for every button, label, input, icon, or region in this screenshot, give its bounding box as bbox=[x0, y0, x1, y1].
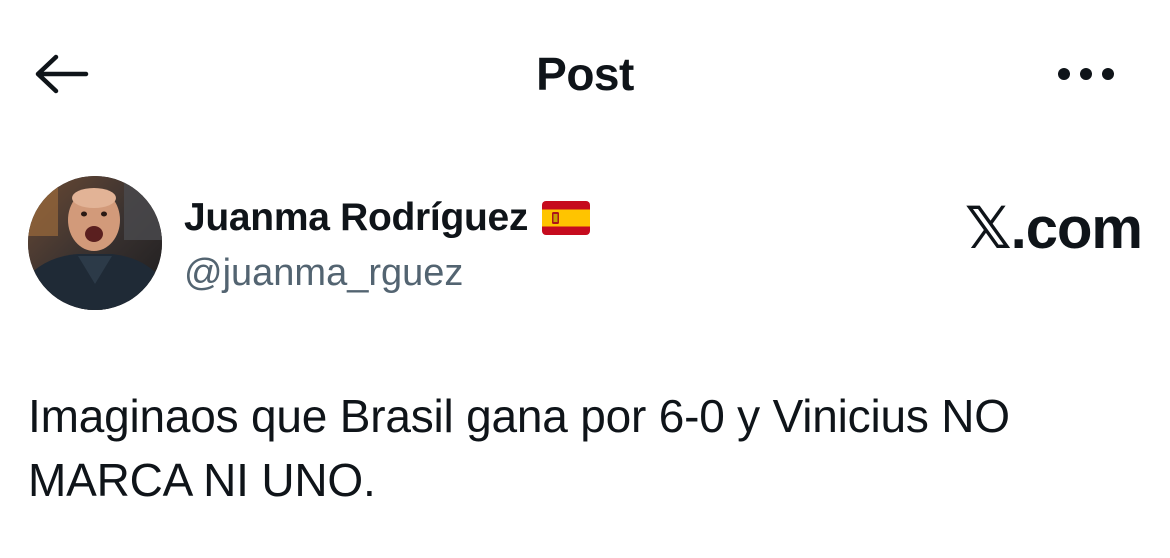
tweet-text: Imaginaos que Brasil gana por 6-0 y Vini… bbox=[28, 390, 1010, 506]
x-logo-icon: 𝕏 bbox=[964, 196, 1012, 261]
display-name[interactable]: Juanma Rodríguez bbox=[184, 196, 528, 240]
watermark-suffix: .com bbox=[1010, 196, 1143, 261]
user-handle[interactable]: @juanma_rguez bbox=[184, 252, 463, 295]
display-name-row: Juanma Rodríguez bbox=[184, 194, 591, 242]
tweet-author: Juanma Rodríguez @juanma_rguez 𝕏.com bbox=[28, 176, 1143, 316]
avatar-photo bbox=[28, 176, 162, 310]
more-options-button[interactable] bbox=[1046, 50, 1126, 98]
more-horizontal-icon bbox=[1058, 68, 1114, 80]
x-com-watermark: 𝕏.com bbox=[964, 194, 1143, 264]
page-title: Post bbox=[536, 48, 634, 100]
spain-flag-icon bbox=[542, 201, 591, 235]
top-bar: Post bbox=[0, 0, 1170, 150]
avatar[interactable] bbox=[28, 176, 162, 310]
